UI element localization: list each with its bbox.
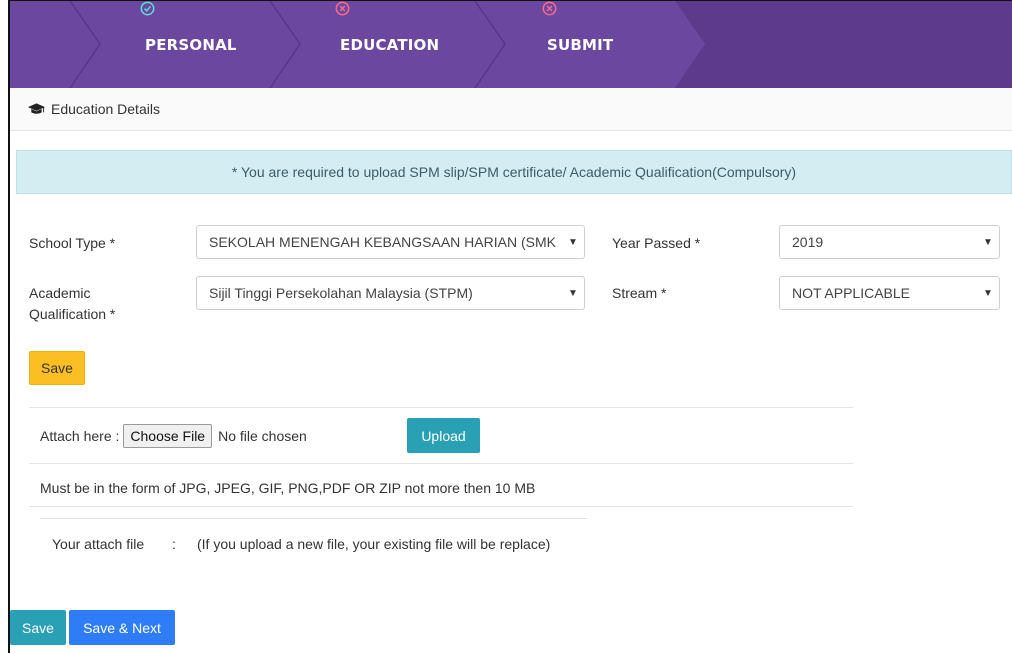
alert-text: * You are required to upload SPM slip/SP…: [231, 164, 797, 180]
academic-qualification-label: Academic Qualification *: [29, 283, 115, 325]
dropdown-arrow-icon: ▼: [568, 287, 578, 299]
academic-qualification-select[interactable]: Sijil Tinggi Persekolahan Malaysia (STPM…: [196, 276, 585, 310]
save-education-button[interactable]: Save: [29, 351, 85, 385]
attach-file-row: Attach here : Choose File No file chosen: [40, 423, 307, 449]
step-personal[interactable]: PERSONAL: [140, 1, 237, 88]
upload-button[interactable]: Upload: [407, 418, 480, 453]
year-passed-value: 2019: [792, 234, 824, 250]
step-submit[interactable]: SUBMIT: [542, 1, 613, 88]
year-passed-select[interactable]: 2019 ▼: [779, 225, 1000, 259]
attached-file-separator: :: [172, 536, 176, 552]
choose-file-button[interactable]: Choose File: [123, 424, 213, 448]
stream-select[interactable]: NOT APPLICABLE ▼: [779, 276, 1000, 310]
graduation-cap-icon: [28, 102, 45, 116]
year-passed-label: Year Passed *: [612, 235, 701, 251]
dropdown-arrow-icon: ▼: [983, 287, 993, 299]
file-format-note: Must be in the form of JPG, JPEG, GIF, P…: [40, 480, 536, 496]
stream-value: NOT APPLICABLE: [792, 285, 911, 301]
dropdown-arrow-icon: ▼: [568, 236, 578, 248]
school-type-select[interactable]: SEKOLAH MENENGAH KEBANGSAAN HARIAN (SMK …: [196, 225, 585, 259]
replace-file-note: (If you upload a new file, your existing…: [197, 536, 551, 552]
save-button[interactable]: Save: [10, 610, 66, 645]
school-type-value: SEKOLAH MENENGAH KEBANGSAAN HARIAN (SMK: [209, 234, 556, 250]
academic-qualification-value: Sijil Tinggi Persekolahan Malaysia (STPM…: [209, 285, 473, 301]
save-and-next-button[interactable]: Save & Next: [69, 610, 175, 645]
step-education[interactable]: EDUCATION: [335, 1, 439, 88]
section-header: Education Details: [10, 88, 1012, 131]
divider: [40, 518, 587, 519]
section-title: Education Details: [51, 101, 160, 117]
step-education-label: EDUCATION: [340, 35, 440, 54]
progress-stepper: PERSONAL EDUCATION SUBMIT: [10, 1, 1012, 88]
upload-requirement-alert: * You are required to upload SPM slip/SP…: [16, 150, 1012, 194]
academic-qualification-label-line2: Qualification *: [29, 306, 116, 322]
stream-label: Stream *: [612, 285, 667, 301]
file-status-text: No file chosen: [218, 428, 307, 444]
step-personal-label: PERSONAL: [145, 35, 237, 54]
academic-qualification-label-line1: Academic: [29, 285, 91, 301]
school-type-label: School Type *: [29, 235, 116, 251]
attached-file-label: Your attach file: [52, 536, 145, 552]
step-submit-label: SUBMIT: [547, 35, 614, 54]
dropdown-arrow-icon: ▼: [983, 236, 993, 248]
divider: [29, 506, 853, 507]
divider: [29, 407, 853, 408]
divider: [29, 463, 853, 464]
attach-label: Attach here :: [40, 428, 120, 444]
